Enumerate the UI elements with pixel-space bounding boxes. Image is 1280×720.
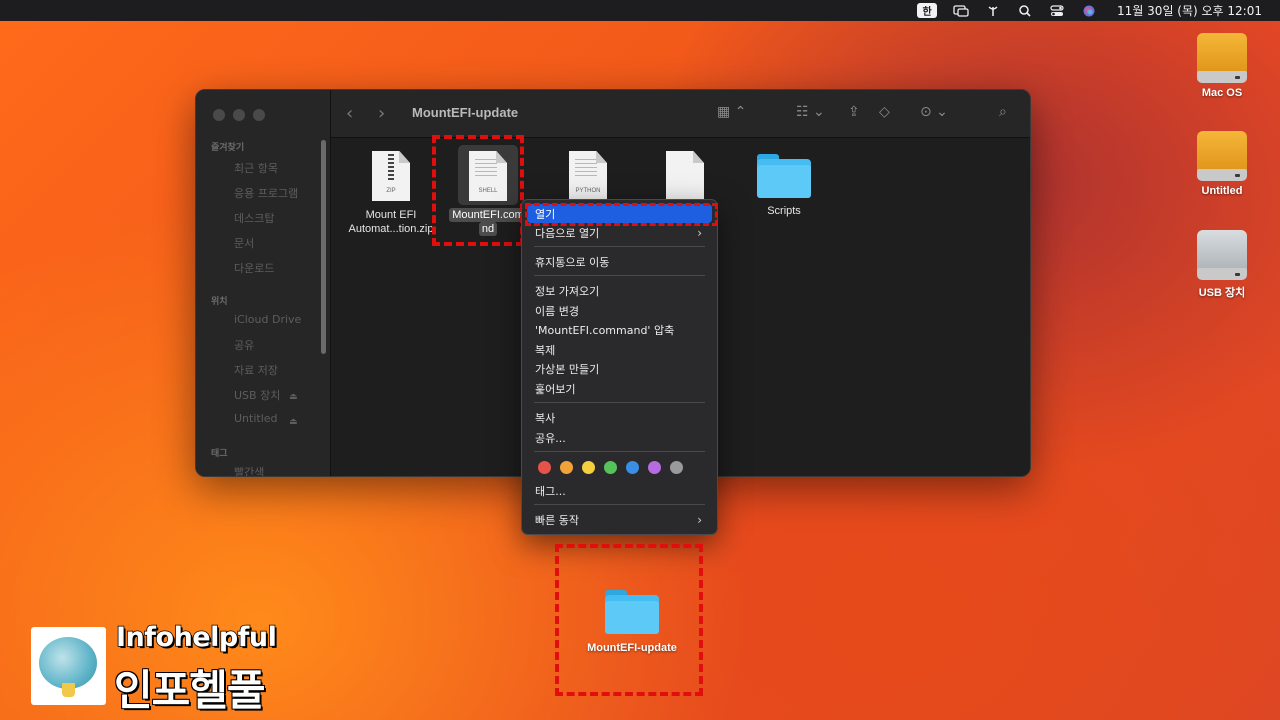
forward-icon[interactable]: › [378, 103, 385, 124]
file-label: Scripts [767, 205, 801, 217]
menu-item-get-info[interactable]: 정보 가져오기 [527, 281, 712, 300]
sidebar-item-applications[interactable]: 응용 프로그램 [234, 185, 298, 201]
search-icon[interactable] [1017, 0, 1033, 21]
menu-item-tags[interactable]: 태그... [527, 481, 712, 500]
menu-item-quick-actions[interactable]: 빠른 동작 › [527, 510, 712, 529]
file-item-document[interactable] [640, 151, 730, 201]
highlight-desktop-folder [555, 544, 703, 696]
sidebar-item-untitled[interactable]: Untitled [234, 412, 278, 425]
tag-green-dot[interactable] [604, 461, 617, 474]
sidebar-item-usb[interactable]: USB 장치 [234, 387, 280, 403]
hard-drive-icon [1197, 131, 1247, 181]
sidebar-item-shared[interactable]: 공유 [234, 337, 254, 353]
tag-red-dot[interactable] [538, 461, 551, 474]
folder-icon [757, 154, 811, 198]
watermark-subtitle: 인포헬풀 [114, 666, 266, 715]
menu-item-quick-look[interactable]: 훑어보기 [527, 379, 712, 398]
window-controls [213, 109, 265, 121]
menu-separator [534, 402, 705, 403]
eject-icon[interactable]: ⏏ [289, 417, 298, 427]
desktop-drive-label: USB 장치 [1198, 287, 1246, 299]
menu-item-rename[interactable]: 이름 변경 [527, 301, 712, 320]
hard-drive-icon [1197, 33, 1247, 83]
sidebar-item-recents[interactable]: 최근 항목 [234, 160, 278, 176]
menu-item-copy[interactable]: 복사 [527, 408, 712, 427]
highlight-open-item [525, 203, 718, 226]
document-icon [666, 151, 704, 201]
control-center-icon[interactable] [1049, 0, 1065, 21]
menu-bar: 한 11월 30일 (목) 오후 12:01 [0, 0, 1280, 21]
back-icon[interactable]: ‹ [346, 103, 353, 124]
finder-toolbar: ‹ › MountEFI-update ▦ ⌃ ☷ ⌄ ⇪ ◇ ⊙ ⌄ ⌕ [331, 90, 1030, 138]
highlight-selected-file [432, 135, 524, 246]
file-item-zip[interactable]: ZIP Mount EFI Automat...tion.zip [346, 151, 436, 236]
desktop-drive-macos[interactable]: Mac OS [1177, 33, 1267, 99]
desktop-drive-label: Untitled [1201, 185, 1243, 197]
tag-icon[interactable]: ◇ [879, 104, 890, 120]
python-file-icon: PYTHON [569, 151, 607, 201]
menu-item-make-alias[interactable]: 가상본 만들기 [527, 359, 712, 378]
chevron-right-icon: › [697, 512, 702, 527]
input-method-icon: 한 [917, 3, 938, 18]
sidebar-item-storage[interactable]: 자료 저장 [234, 362, 278, 378]
sidebar-scrollbar[interactable] [321, 140, 326, 354]
sidebar-item-icloud[interactable]: iCloud Drive [234, 313, 301, 326]
zoom-window-button[interactable] [253, 109, 265, 121]
file-item-python[interactable]: PYTHON [543, 151, 633, 201]
sidebar-section-locations: 위치 [211, 297, 228, 307]
menu-separator [534, 451, 705, 452]
file-label: Mount EFI Automat...tion.zip [348, 209, 434, 235]
sidebar-item-documents[interactable]: 문서 [234, 235, 254, 251]
close-window-button[interactable] [213, 109, 225, 121]
desktop-drive-usb[interactable]: USB 장치 [1177, 230, 1267, 300]
search-icon[interactable]: ⌕ [999, 104, 1007, 120]
chevron-right-icon: › [697, 225, 702, 240]
menu-item-compress[interactable]: 'MountEFI.command' 압축 [527, 320, 712, 339]
usb-drive-icon [1197, 230, 1247, 280]
menu-item-duplicate[interactable]: 복제 [527, 340, 712, 359]
sidebar-item-tag-red[interactable]: 빨간색 [234, 464, 264, 476]
sidebar-item-downloads[interactable]: 다운로드 [234, 260, 274, 276]
tag-gray-dot[interactable] [670, 461, 683, 474]
sidebar-item-desktop[interactable]: 데스크탑 [234, 210, 274, 226]
minimize-window-button[interactable] [233, 109, 245, 121]
menu-separator [534, 275, 705, 276]
sidebar-section-favorites: 즐겨찾기 [211, 143, 245, 153]
watermark-logo [31, 627, 106, 705]
siri-icon[interactable] [1081, 0, 1097, 21]
eject-icon[interactable]: ⏏ [289, 392, 298, 402]
view-mode-icon[interactable]: ▦ ⌃ [717, 104, 746, 120]
tag-color-row [538, 461, 683, 474]
antenna-icon[interactable] [985, 0, 1001, 21]
menu-separator [534, 504, 705, 505]
watermark-title: Infohelpful [115, 621, 277, 654]
input-method-indicator[interactable]: 한 [917, 0, 938, 21]
group-icon[interactable]: ☷ ⌄ [796, 104, 825, 120]
window-title: MountEFI-update [412, 105, 519, 120]
menu-separator [534, 246, 705, 247]
desktop-drive-untitled[interactable]: Untitled [1177, 131, 1267, 197]
context-menu: 열기 다음으로 열기 › 휴지통으로 이동 정보 가져오기 이름 변경 'Moun… [521, 199, 718, 535]
tag-orange-dot[interactable] [560, 461, 573, 474]
zip-file-icon: ZIP [372, 151, 410, 201]
tag-blue-dot[interactable] [626, 461, 639, 474]
finder-sidebar: 즐겨찾기 최근 항목 응용 프로그램 데스크탑 문서 다운로드 위치 iClou… [196, 90, 331, 476]
desktop-drive-label: Mac OS [1201, 87, 1243, 99]
menu-item-share[interactable]: 공유... [527, 428, 712, 447]
sidebar-section-tags: 태그 [211, 449, 228, 459]
tag-purple-dot[interactable] [648, 461, 661, 474]
menubar-clock[interactable]: 11월 30일 (목) 오후 12:01 [1117, 0, 1262, 21]
menu-item-move-to-trash[interactable]: 휴지통으로 이동 [527, 252, 712, 271]
tag-yellow-dot[interactable] [582, 461, 595, 474]
folder-item-scripts[interactable]: Scripts [739, 154, 829, 218]
more-actions-icon[interactable]: ⊙ ⌄ [920, 104, 948, 120]
screen-mirroring-icon[interactable] [953, 0, 969, 21]
share-icon[interactable]: ⇪ [848, 104, 860, 120]
